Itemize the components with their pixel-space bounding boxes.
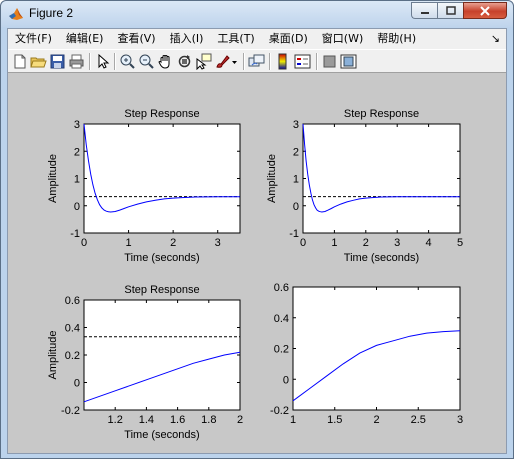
figure-canvas[interactable]: Step Response Time (seconds) Amplitude 0 1 2 3… xyxy=(8,73,506,453)
y-tick-label: 2 xyxy=(293,146,299,158)
x-tick-label: 1 xyxy=(126,237,132,249)
matlab-icon xyxy=(9,8,23,20)
menu-file[interactable]: 文件(F) xyxy=(8,29,59,49)
link-plot-icon[interactable] xyxy=(248,53,265,70)
window-title: Figure 2 xyxy=(29,6,74,20)
x-tick-label: 4 xyxy=(426,237,432,249)
x-tick-label: 1 xyxy=(331,237,337,249)
menu-view[interactable]: 查看(V) xyxy=(110,29,162,49)
brush-icon[interactable] xyxy=(214,53,231,70)
x-tick-label: 2 xyxy=(373,414,379,426)
y-tick-label: 0.6 xyxy=(274,282,289,294)
y-tick-label: 0.2 xyxy=(65,350,80,362)
toolbar-separator xyxy=(269,53,271,70)
y-axis-label-3: Amplitude xyxy=(47,331,59,380)
y-tick-label: 3 xyxy=(74,119,80,131)
toolbar-separator xyxy=(89,53,91,70)
y-axis-label-2: Amplitude xyxy=(266,154,278,203)
x-tick-label: 1.8 xyxy=(201,414,216,426)
insert-legend-icon[interactable] xyxy=(294,53,311,70)
x-axis-label-2: Time (seconds) xyxy=(344,252,419,264)
rotate-3d-icon[interactable] xyxy=(176,53,193,70)
pan-hand-icon[interactable] xyxy=(157,53,174,70)
x-tick-label: 0 xyxy=(81,237,87,249)
y-tick-label: -1 xyxy=(289,228,299,240)
brush-dropdown-icon[interactable] xyxy=(230,53,239,70)
client-area: 文件(F) 编辑(E) 查看(V) 插入(I) 工具(T) 桌面(D) 窗口(W… xyxy=(7,28,507,454)
menu-window[interactable]: 窗口(W) xyxy=(315,29,370,49)
y-tick-label: 0 xyxy=(293,201,299,213)
x-tick-label: 1.2 xyxy=(108,414,123,426)
toolbar-separator xyxy=(316,53,318,70)
x-tick-label: 3 xyxy=(215,237,221,249)
edit-plot-arrow-icon[interactable] xyxy=(94,53,111,70)
y-tick-label: 0.2 xyxy=(274,344,289,356)
chart-title-3: Step Response xyxy=(124,284,199,296)
y-tick-label: 0 xyxy=(74,378,80,390)
open-file-icon[interactable] xyxy=(30,53,47,70)
menu-tools[interactable]: 工具(T) xyxy=(210,29,261,49)
hide-plot-tools-icon[interactable] xyxy=(321,53,338,70)
close-button[interactable] xyxy=(463,2,507,19)
menu-edit[interactable]: 编辑(E) xyxy=(59,29,111,49)
toolbar-separator xyxy=(243,53,245,70)
menu-help[interactable]: 帮助(H) xyxy=(370,29,423,49)
axes-box-4 xyxy=(292,286,461,411)
zoom-in-icon[interactable] xyxy=(119,53,136,70)
subplots: Step Response Time (seconds) Amplitude 0 1 2 3… xyxy=(47,108,463,441)
figure-toolbar xyxy=(8,49,506,73)
y-tick-label: 0.6 xyxy=(65,295,80,307)
save-icon[interactable] xyxy=(49,53,66,70)
axes-box-2 xyxy=(302,123,461,234)
y-axis-label-1: Amplitude xyxy=(47,154,59,203)
y-tick-label: -0.2 xyxy=(61,405,80,417)
close-icon xyxy=(480,5,490,16)
x-tick-label: 3 xyxy=(457,414,463,426)
x-tick-label: 2 xyxy=(170,237,176,249)
print-icon[interactable] xyxy=(68,53,85,70)
menu-bar: 文件(F) 编辑(E) 查看(V) 插入(I) 工具(T) 桌面(D) 窗口(W… xyxy=(8,29,506,49)
y-tick-label: 0.4 xyxy=(65,323,80,335)
y-tick-label: 1 xyxy=(74,174,80,186)
y-tick-label: -1 xyxy=(70,228,80,240)
zoom-out-icon[interactable] xyxy=(138,53,155,70)
insert-colorbar-icon[interactable] xyxy=(274,53,291,70)
x-tick-label: 1.6 xyxy=(170,414,185,426)
x-tick-label: 1.4 xyxy=(139,414,154,426)
figure-window: Figure 2 文件(F) 编辑(E) 查看(V) 插入(I) 工具(T) 桌… xyxy=(0,0,514,459)
minimize-icon xyxy=(420,11,429,14)
x-tick-label: 2 xyxy=(237,414,243,426)
y-tick-label: 0 xyxy=(74,201,80,213)
x-axis-label-3: Time (seconds) xyxy=(124,429,199,441)
minimize-button[interactable] xyxy=(411,2,437,19)
toolbar-separator xyxy=(114,53,116,70)
chart-title-1: Step Response xyxy=(124,108,199,120)
y-tick-label: 1 xyxy=(293,174,299,186)
y-tick-label: 2 xyxy=(74,146,80,158)
maximize-button[interactable] xyxy=(437,2,463,19)
menu-insert[interactable]: 插入(I) xyxy=(163,29,211,49)
x-tick-label: 5 xyxy=(457,237,463,249)
title-bar[interactable]: Figure 2 xyxy=(1,1,513,27)
x-tick-label: 2 xyxy=(363,237,369,249)
x-tick-label: 1 xyxy=(290,414,296,426)
y-tick-label: 3 xyxy=(293,119,299,131)
chart-title-2: Step Response xyxy=(344,108,419,120)
y-tick-label: 0 xyxy=(283,374,289,386)
data-cursor-icon[interactable] xyxy=(195,53,212,70)
axes-box-1 xyxy=(83,123,241,234)
menubar-dock-arrow-icon[interactable]: ↘ xyxy=(491,32,500,45)
menu-desktop[interactable]: 桌面(D) xyxy=(262,29,315,49)
new-figure-icon[interactable] xyxy=(11,53,28,70)
y-tick-label: -0.2 xyxy=(270,405,289,417)
show-plot-tools-icon[interactable] xyxy=(340,53,357,70)
x-tick-label: 0 xyxy=(300,237,306,249)
x-tick-label: 2.5 xyxy=(411,414,426,426)
y-tick-label: 0.4 xyxy=(274,313,289,325)
x-tick-label: 1.5 xyxy=(327,414,342,426)
x-axis-label-1: Time (seconds) xyxy=(124,252,199,264)
maximize-icon xyxy=(445,6,456,15)
x-tick-label: 3 xyxy=(394,237,400,249)
